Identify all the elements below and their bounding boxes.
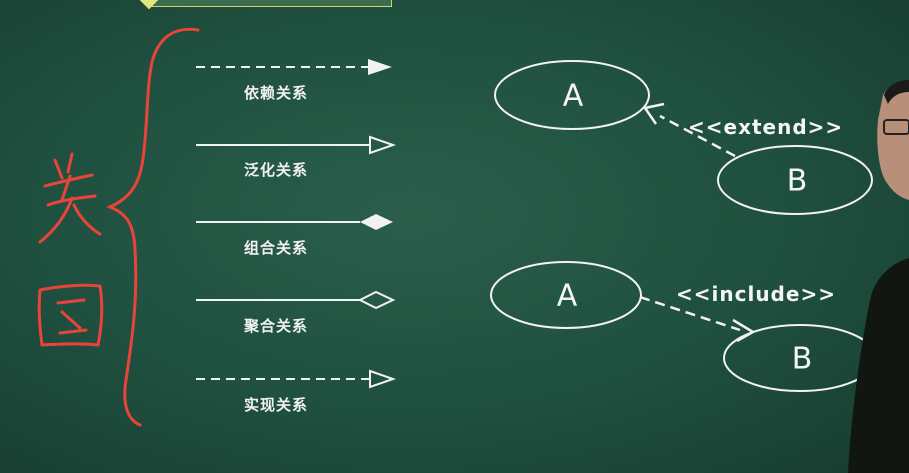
composition-label: 组合关系 (244, 239, 309, 257)
generalization-label: 泛化关系 (244, 161, 309, 179)
include-usecase-b-label: B (791, 341, 813, 377)
realization-label: 实现关系 (244, 396, 309, 414)
handwritten-annotation (37, 152, 104, 347)
realization-line (196, 369, 397, 389)
composition-line (196, 214, 393, 230)
dependency-label: 依赖关系 (244, 84, 309, 102)
presenter-silhouette (848, 80, 909, 473)
extend-usecase-b-label: B (786, 163, 808, 199)
handwritten-brace (106, 27, 200, 427)
board-drawings (37, 27, 909, 473)
extend-usecase-a-label: A (562, 78, 584, 114)
extend-stereotype: <<extend>> (688, 115, 844, 139)
aggregation-label: 聚合关系 (244, 317, 309, 335)
aggregation-line (196, 290, 396, 310)
include-stereotype: <<include>> (676, 282, 836, 306)
chalkboard: 依赖关系 泛化关系 组合关系 聚合关系 实现关系 A B A B <<exten… (0, 0, 909, 473)
generalization-line (196, 135, 397, 155)
dependency-line (196, 59, 392, 75)
include-usecase-a-label: A (556, 278, 578, 314)
